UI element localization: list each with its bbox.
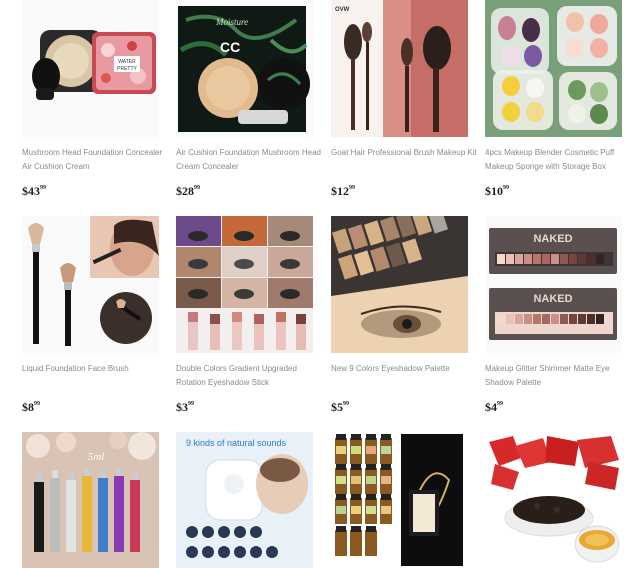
- product-price: $899: [22, 400, 40, 414]
- product-image-sponge-box[interactable]: [485, 0, 622, 137]
- product-price: $599: [331, 400, 349, 414]
- product-title[interactable]: Air Cushion Foundation Mushroom Head Cre…: [176, 146, 326, 174]
- product-image-tea-leaves[interactable]: [485, 432, 622, 568]
- brand-label: NAKED: [533, 293, 572, 305]
- product-title[interactable]: 4pcs Makeup Blender Cosmetic Puff Makeup…: [485, 146, 635, 174]
- product-title[interactable]: Makeup Glitter Shimmer Matte Eye Shadow …: [485, 362, 635, 390]
- product-image-goat-hair-brushes[interactable]: OVW: [331, 0, 468, 137]
- product-title[interactable]: Double Colors Gradient Upgraded Rotation…: [176, 362, 326, 390]
- brand-label: NAKED: [533, 233, 572, 245]
- product-title[interactable]: Goat Hair Professional Brush Makeup Kit: [331, 146, 481, 160]
- product-image-foundation-brush[interactable]: [22, 216, 159, 353]
- overlay-label: 9 kinds of natural sounds: [186, 438, 287, 448]
- product-image-moisture-cushion[interactable]: Moisture CC: [176, 0, 313, 137]
- product-grid: WATER PRETTY Mushroom Head Foundation Co…: [0, 0, 639, 568]
- product-price: $1299: [331, 184, 355, 198]
- product-image-glitter-palette[interactable]: [331, 216, 468, 353]
- product-price: $2899: [176, 184, 200, 198]
- product-image-naked-palettes[interactable]: NAKED NAKED: [485, 216, 622, 353]
- svg-text:CC: CC: [220, 39, 240, 55]
- product-image-essential-oils[interactable]: [331, 432, 468, 568]
- svg-text:PRETTY: PRETTY: [117, 66, 137, 72]
- svg-text:Moisture: Moisture: [215, 17, 248, 27]
- product-title[interactable]: New 9 Colors Eyeshadow Palette: [331, 362, 481, 376]
- overlay-label: 5ml: [88, 451, 105, 463]
- product-image-white-noise-machine[interactable]: 9 kinds of natural sounds: [176, 432, 313, 568]
- product-image-perfume-atomizers[interactable]: 5ml: [22, 432, 159, 568]
- product-image-mushroom-cushion[interactable]: WATER PRETTY: [22, 0, 159, 137]
- product-title[interactable]: Mushroom Head Foundation Concealer Air C…: [22, 146, 172, 174]
- product-price: $499: [485, 400, 503, 414]
- product-title[interactable]: Liquid Foundation Face Brush: [22, 362, 172, 376]
- product-price: $399: [176, 400, 194, 414]
- svg-text:WATER: WATER: [118, 59, 136, 65]
- product-image-eyeshadow-stick[interactable]: [176, 216, 313, 353]
- product-price: $1099: [485, 184, 509, 198]
- brand-label: OVW: [335, 7, 350, 13]
- product-price: $4399: [22, 184, 46, 198]
